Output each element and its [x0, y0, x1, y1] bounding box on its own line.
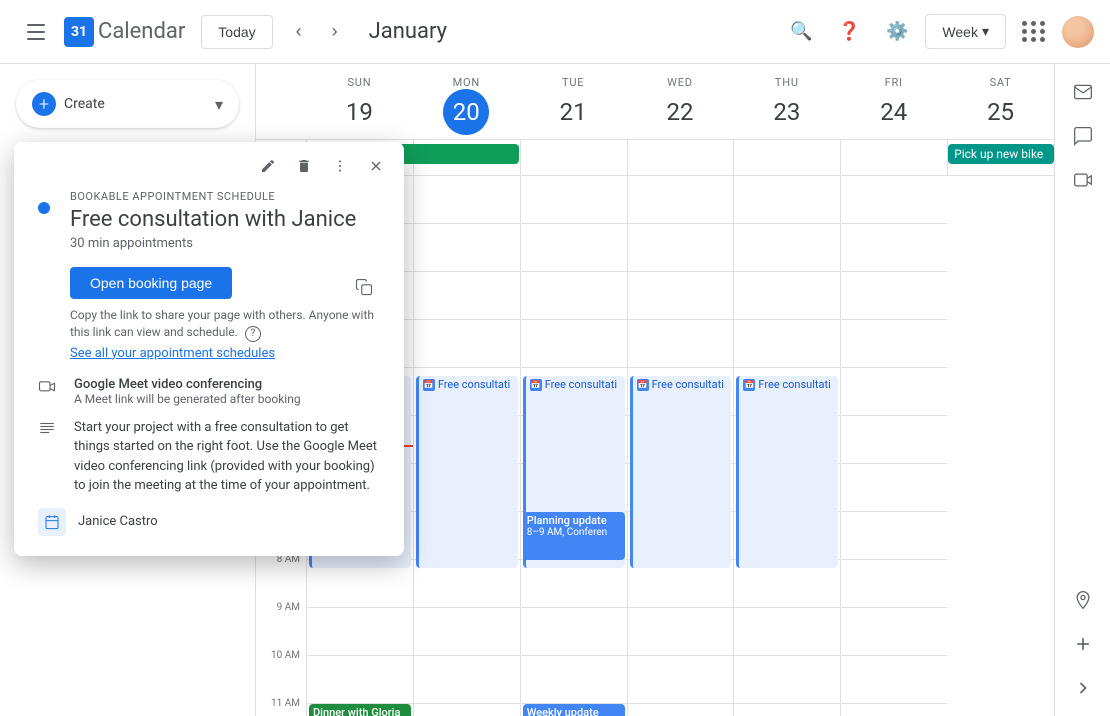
side-icons — [1054, 64, 1110, 716]
popup-duration: 30 min appointments — [70, 236, 380, 251]
meet-icon-button[interactable] — [1063, 160, 1103, 200]
top-right-actions: 🔍 ❓ ⚙️ Week ▾ — [781, 12, 1094, 52]
popup-meet-section: Google Meet video conferencing A Meet li… — [14, 377, 404, 406]
day-number-23[interactable]: 23 — [764, 89, 810, 135]
popup-body: BOOKABLE APPOINTMENT SCHEDULE Free consu… — [14, 190, 404, 361]
popup-desc-section: Start your project with a free consultat… — [14, 418, 404, 496]
day-col-fri — [840, 176, 947, 716]
logo-icon: 31 — [64, 17, 94, 47]
top-bar: 31 Calendar Today ‹ › January 🔍 ❓ ⚙️ Wee… — [0, 0, 1110, 64]
day-header-mon: MON 20 — [413, 72, 520, 139]
popup-edit-button[interactable] — [252, 150, 284, 182]
gmail-icon-button[interactable] — [1063, 72, 1103, 112]
create-plus-icon: + — [32, 92, 56, 116]
settings-button[interactable]: ⚙️ — [877, 12, 917, 52]
all-day-cell-sat: Pick up new bike — [947, 140, 1054, 175]
meet-title: Google Meet video conferencing — [74, 377, 380, 392]
day-headers: SUN 19 MON 20 TUE 21 WED 22 THU 23 FRI 2… — [256, 64, 1054, 140]
copy-description: Copy the link to share your page with ot… — [70, 307, 380, 342]
add-icon-button[interactable] — [1063, 624, 1103, 664]
day-number-20[interactable]: 20 — [443, 89, 489, 135]
help-button[interactable]: ❓ — [829, 12, 869, 52]
maps-icon-button[interactable] — [1063, 580, 1103, 620]
free-consult-mon[interactable]: 📅 Free consultati — [416, 376, 518, 568]
popup-more-button[interactable] — [324, 150, 356, 182]
info-icon[interactable]: ? — [245, 326, 261, 342]
month-title: January — [369, 19, 447, 44]
owner-name: Janice Castro — [78, 514, 158, 529]
popup-title: Free consultation with Janice — [70, 207, 380, 232]
prev-button[interactable]: ‹ — [281, 14, 317, 50]
all-day-cell-tue — [520, 140, 627, 175]
view-selector[interactable]: Week ▾ — [925, 14, 1006, 49]
owner-calendar-icon — [38, 508, 66, 536]
expand-side-icon[interactable] — [1063, 668, 1103, 708]
apps-button[interactable] — [1014, 12, 1054, 52]
popup-type-label: BOOKABLE APPOINTMENT SCHEDULE — [70, 190, 380, 203]
day-number-22[interactable]: 22 — [657, 89, 703, 135]
popup-toolbar — [14, 142, 404, 190]
next-button[interactable]: › — [317, 14, 353, 50]
day-col-tue: 📅 Free consultati Planning update 8–9 AM… — [520, 176, 627, 716]
popup-close-button[interactable] — [360, 150, 392, 182]
create-label: Create — [64, 96, 105, 112]
day-header-wed: WED 22 — [627, 72, 734, 139]
popup-owner-row: Janice Castro — [14, 508, 404, 536]
popup-booking-row: Open booking page — [70, 267, 380, 307]
meet-sub: A Meet link will be generated after book… — [74, 392, 380, 406]
day-header-tue: TUE 21 — [520, 72, 627, 139]
logo-area: 31 Calendar — [64, 17, 185, 47]
dinner-gloria[interactable]: Dinner with Gloria 5:30–9 PM, Centra — [309, 704, 411, 716]
popup-description: Start your project with a free consultat… — [74, 418, 380, 496]
day-col-thu: 📅 Free consultati — [733, 176, 840, 716]
free-consult-wed[interactable]: 📅 Free consultati — [630, 376, 732, 568]
all-day-cell-fri — [840, 140, 947, 175]
avatar[interactable] — [1062, 16, 1094, 48]
chat-icon-button[interactable] — [1063, 116, 1103, 156]
today-button[interactable]: Today — [201, 15, 272, 49]
meet-icon — [38, 378, 58, 400]
app-name: Calendar — [98, 19, 185, 44]
day-header-sun: SUN 19 — [306, 72, 413, 139]
day-number-21[interactable]: 21 — [550, 89, 596, 135]
free-consult-thu[interactable]: 📅 Free consultati — [736, 376, 838, 568]
pick-up-bike-event[interactable]: Pick up new bike — [948, 144, 1054, 164]
appointment-popup: BOOKABLE APPOINTMENT SCHEDULE Free consu… — [14, 142, 404, 556]
weekly-update-event[interactable]: Weekly update 5–6 PM, Meeting r — [523, 704, 625, 716]
open-booking-button[interactable]: Open booking page — [70, 267, 232, 299]
day-header-fri: FRI 24 — [840, 72, 947, 139]
day-col-wed: 📅 Free consultati — [627, 176, 734, 716]
create-button[interactable]: + Create ▾ — [16, 80, 239, 128]
planning-update-event[interactable]: Planning update 8–9 AM, Conferen — [523, 512, 625, 560]
day-header-thu: THU 23 — [733, 72, 840, 139]
search-button[interactable]: 🔍 — [781, 12, 821, 52]
see-all-schedules-link[interactable]: See all your appointment schedules — [70, 346, 380, 361]
day-header-sat: SAT 25 — [947, 72, 1054, 139]
popup-color-indicator — [38, 202, 50, 214]
hamburger-button[interactable] — [16, 12, 56, 52]
popup-delete-button[interactable] — [288, 150, 320, 182]
day-number-25[interactable]: 25 — [978, 89, 1024, 135]
create-arrow-icon: ▾ — [215, 95, 223, 114]
day-col-mon: 📅 Free consultati Dinner with Helen 6–9 … — [413, 176, 520, 716]
all-day-cell-wed — [627, 140, 734, 175]
description-icon — [38, 419, 58, 441]
all-day-cell-thu — [733, 140, 840, 175]
day-number-24[interactable]: 24 — [871, 89, 917, 135]
day-number-19[interactable]: 19 — [336, 89, 382, 135]
copy-link-button[interactable] — [348, 271, 380, 303]
